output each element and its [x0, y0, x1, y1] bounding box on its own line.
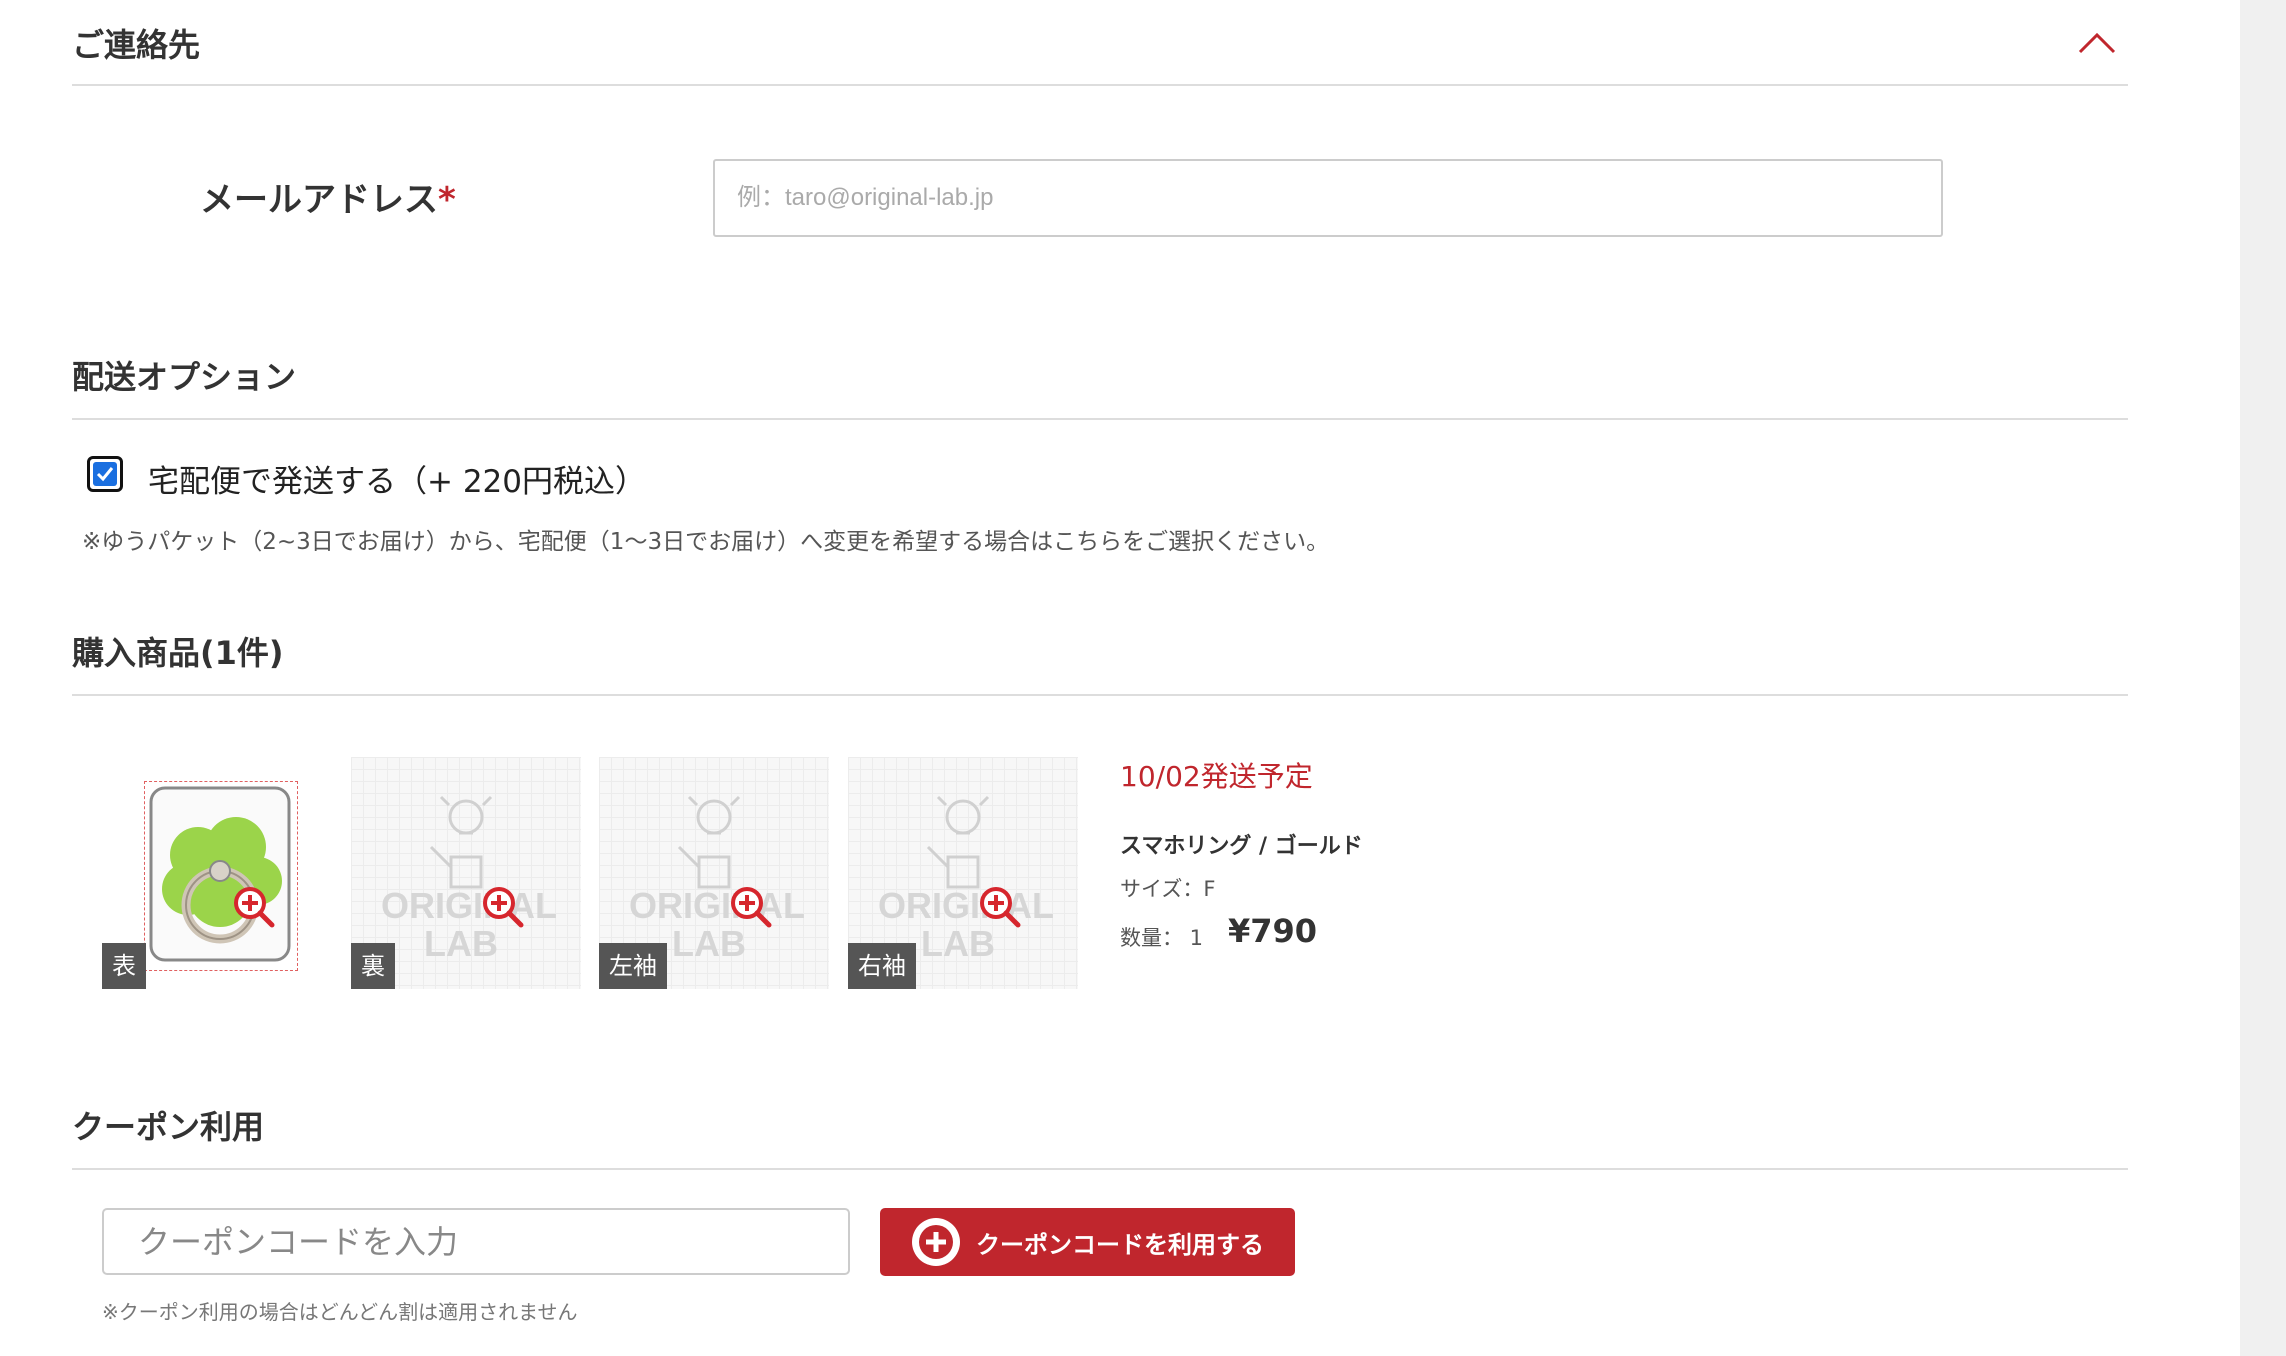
- section-title-coupon: クーポン利用: [72, 1108, 265, 1146]
- product-price: ¥790: [1228, 912, 1318, 950]
- divider-shipping: [72, 418, 2128, 420]
- product-thumbnail-front[interactable]: 表: [102, 757, 332, 989]
- section-title-purchase: 購入商品(1件): [72, 634, 284, 672]
- home-delivery-checkbox[interactable]: [87, 456, 123, 492]
- home-delivery-checkbox-label[interactable]: 宅配便で発送する（+ 220円税込）: [148, 456, 646, 501]
- checkbox-checked-fill: [93, 462, 117, 486]
- lightbulb-icon: [429, 795, 493, 889]
- divider-purchase: [72, 694, 2128, 696]
- watermark-line1: ORIGINAL: [629, 885, 805, 926]
- email-label-text: メールアドレス: [200, 180, 438, 220]
- chevron-up-icon[interactable]: [2076, 22, 2118, 64]
- product-size: サイズ：F: [1120, 877, 1216, 901]
- shipping-note: ※ゆうパケット（2~3日でお届け）から、宅配便（1～3日でお届け）へ変更を希望す…: [82, 529, 1330, 555]
- divider-coupon: [72, 1168, 2128, 1170]
- product-name: スマホリング / ゴールド: [1120, 834, 1363, 859]
- watermark-line2: LAB: [424, 923, 498, 964]
- email-field-label: メールアドレス*: [200, 172, 456, 221]
- watermark-line2: LAB: [921, 923, 995, 964]
- required-mark: *: [438, 180, 456, 220]
- ring-front-image: [149, 786, 291, 962]
- product-thumbnail-left-sleeve[interactable]: ORIGINAL LAB 左袖: [599, 757, 829, 989]
- divider-contact: [72, 84, 2128, 86]
- plus-circle-icon: [912, 1218, 960, 1266]
- coupon-code-input[interactable]: [102, 1208, 850, 1275]
- lightbulb-icon: [677, 795, 741, 889]
- product-thumbnail-right-sleeve[interactable]: ORIGINAL LAB 右袖: [848, 757, 1078, 989]
- scrollbar-track[interactable]: [2240, 0, 2286, 1356]
- zoom-in-icon[interactable]: [978, 885, 1022, 929]
- apply-coupon-button-label: クーポンコードを利用する: [976, 1230, 1264, 1259]
- side-label-front: 表: [102, 943, 146, 989]
- lightbulb-icon: [926, 795, 990, 889]
- ship-date: 10/02発送予定: [1120, 760, 1313, 793]
- watermark-line1: ORIGINAL: [381, 885, 557, 926]
- product-quantity: 数量： 1: [1120, 926, 1204, 950]
- apply-coupon-button[interactable]: クーポンコードを利用する: [880, 1208, 1295, 1276]
- side-label-left-sleeve: 左袖: [599, 943, 667, 989]
- zoom-in-icon[interactable]: [729, 885, 773, 929]
- zoom-in-icon[interactable]: [232, 885, 276, 929]
- side-label-back: 裏: [351, 943, 395, 989]
- product-thumbnail-back[interactable]: ORIGINAL LAB 裏: [351, 757, 581, 989]
- watermark-line2: LAB: [672, 923, 746, 964]
- section-title-contact: ご連絡先: [72, 26, 201, 64]
- side-label-right-sleeve: 右袖: [848, 943, 916, 989]
- zoom-in-icon[interactable]: [481, 885, 525, 929]
- check-icon: [96, 467, 114, 482]
- email-input[interactable]: [713, 159, 1943, 237]
- coupon-note: ※クーポン利用の場合はどんどん割は適用されません: [102, 1300, 578, 1324]
- section-title-shipping: 配送オプション: [72, 358, 297, 396]
- watermark-line1: ORIGINAL: [878, 885, 1054, 926]
